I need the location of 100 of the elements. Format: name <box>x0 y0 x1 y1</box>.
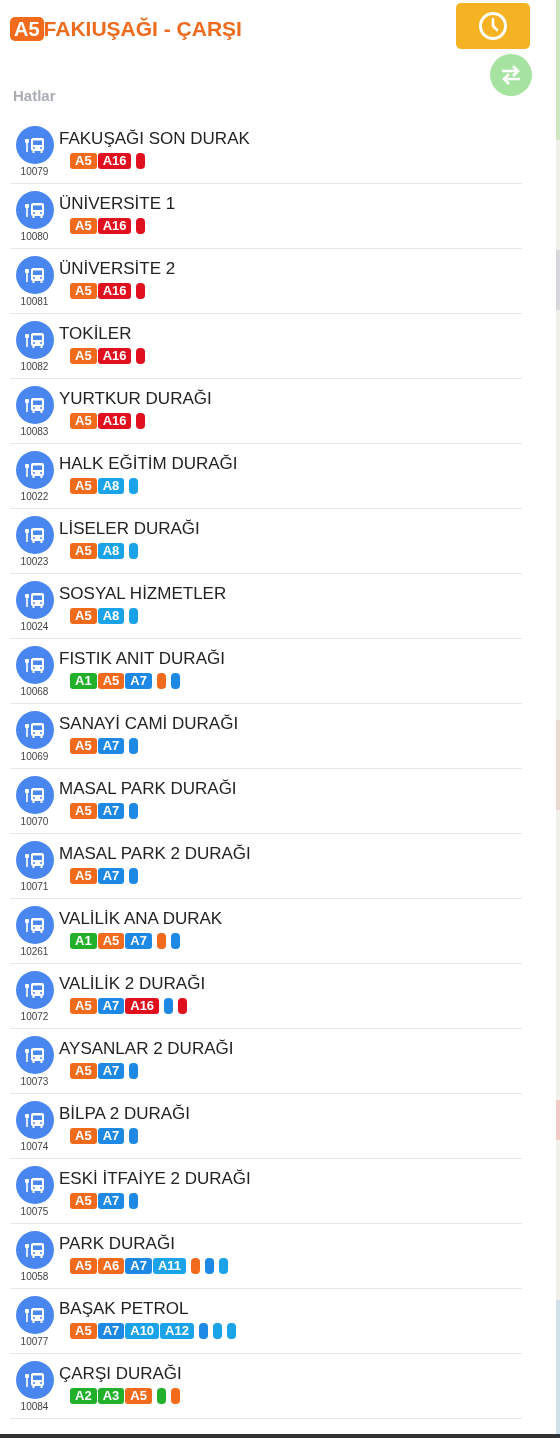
line-badge: A5 <box>10 17 44 41</box>
line-tag[interactable]: A3 <box>97 1388 125 1404</box>
line-tag[interactable]: A7 <box>97 738 125 754</box>
stop-code: 10073 <box>20 1076 49 1088</box>
line-tag[interactable]: A6 <box>97 1258 125 1274</box>
line-tag[interactable]: A16 <box>125 998 160 1014</box>
line-tag[interactable]: A7 <box>97 1128 125 1144</box>
line-tag[interactable]: A16 <box>97 348 132 364</box>
stop-name[interactable]: HALK EĞİTİM DURAĞI <box>59 453 238 475</box>
line-tag[interactable]: A8 <box>97 608 125 624</box>
line-tag[interactable]: A5 <box>70 738 97 754</box>
line-tag[interactable]: A5 <box>70 218 97 234</box>
route-title: FAKIUŞAĞI - ÇARŞI <box>43 17 242 41</box>
bus-stop-icon <box>24 1371 45 1389</box>
stop-code: 10083 <box>20 426 49 438</box>
bus-stop-icon <box>24 266 45 284</box>
line-tag[interactable]: A8 <box>97 543 125 559</box>
stop-code: 10070 <box>20 816 49 828</box>
line-tag[interactable]: A5 <box>70 348 97 364</box>
line-tag[interactable]: A7 <box>97 803 125 819</box>
stop-name[interactable]: FISTIK ANIT DURAĞI <box>59 648 225 670</box>
stop-name[interactable]: MASAL PARK 2 DURAĞI <box>59 843 251 865</box>
stop-code: 10077 <box>20 1336 49 1348</box>
line-tag[interactable]: A7 <box>97 998 125 1014</box>
stop-name[interactable]: YURTKUR DURAĞI <box>59 388 212 410</box>
line-tag[interactable]: A10 <box>125 1323 160 1339</box>
line-tag[interactable]: A1 <box>70 933 97 949</box>
stop-code: 10069 <box>20 751 49 763</box>
stop-name[interactable]: VALİLİK ANA DURAK <box>59 908 223 930</box>
line-tag[interactable]: A11 <box>152 1258 186 1274</box>
line-tag[interactable]: A7 <box>97 868 125 884</box>
line-tag[interactable]: A5 <box>70 803 97 819</box>
stop-name[interactable]: BAŞAK PETROL <box>59 1298 236 1320</box>
bus-stop-icon <box>24 786 45 804</box>
line-tag[interactable]: A5 <box>97 673 125 689</box>
stop-name[interactable]: ÜNİVERSİTE 1 <box>59 193 176 215</box>
bus-stop-icon <box>24 1176 45 1194</box>
line-tag[interactable]: A5 <box>70 1063 97 1079</box>
bus-stop-icon <box>24 981 45 999</box>
line-tag[interactable]: A5 <box>70 1323 97 1339</box>
stop-code: 10072 <box>20 1011 49 1023</box>
line-tag[interactable]: A7 <box>125 933 152 949</box>
stop-name[interactable]: AYSANLAR 2 DURAĞI <box>59 1038 234 1060</box>
stop-name[interactable]: PARK DURAĞI <box>59 1233 228 1255</box>
line-tag[interactable]: A7 <box>97 1063 125 1079</box>
stop-name[interactable]: VALİLİK 2 DURAĞI <box>59 973 206 995</box>
stop-code: 10079 <box>20 166 49 178</box>
line-tag[interactable]: A12 <box>160 1323 194 1339</box>
line-tag[interactable]: A7 <box>125 673 152 689</box>
line-tag[interactable]: A5 <box>70 153 97 169</box>
swap-direction-button[interactable] <box>490 54 532 96</box>
stop-name[interactable]: FAKUŞAĞI SON DURAK <box>59 128 250 150</box>
schedule-button[interactable] <box>456 3 530 49</box>
line-tag[interactable]: A5 <box>70 413 97 429</box>
bus-stop-icon <box>24 1111 45 1129</box>
line-tag[interactable]: A1 <box>70 673 97 689</box>
stop-code: 10075 <box>20 1206 49 1218</box>
stop-name[interactable]: LİSELER DURAĞI <box>59 518 200 540</box>
line-tag[interactable]: A5 <box>70 1128 97 1144</box>
line-tag[interactable]: A5 <box>70 608 97 624</box>
stop-name[interactable]: BİLPA 2 DURAĞI <box>59 1103 190 1125</box>
line-tag[interactable]: A5 <box>70 868 97 884</box>
line-tag[interactable]: A5 <box>125 1388 152 1404</box>
line-tag[interactable]: A16 <box>97 413 132 429</box>
bus-stop-icon <box>24 721 45 739</box>
line-tag[interactable]: A16 <box>97 153 132 169</box>
line-tag[interactable]: A16 <box>97 218 132 234</box>
line-tag[interactable]: A16 <box>97 283 132 299</box>
stop-name[interactable]: SOSYAL HİZMETLER <box>59 583 227 605</box>
line-tag[interactable]: A7 <box>125 1258 152 1274</box>
line-tag[interactable]: A5 <box>97 933 125 949</box>
line-tag[interactable]: A5 <box>70 283 97 299</box>
line-tag[interactable]: A7 <box>97 1323 125 1339</box>
line-tag[interactable]: A8 <box>97 478 125 494</box>
clock-icon <box>478 11 508 41</box>
line-tag[interactable]: A5 <box>70 1258 97 1274</box>
line-tag[interactable]: A5 <box>70 998 97 1014</box>
line-tag[interactable]: A2 <box>70 1388 97 1404</box>
stop-name[interactable]: ÇARŞI DURAĞI <box>59 1363 182 1385</box>
stop-code: 10022 <box>20 491 49 503</box>
stop-name[interactable]: ÜNİVERSİTE 2 <box>59 258 176 280</box>
line-tag[interactable]: A5 <box>70 1193 97 1209</box>
stop-code: 10068 <box>20 686 49 698</box>
bus-stop-icon <box>24 1046 45 1064</box>
bus-stop-icon <box>24 461 45 479</box>
stop-name[interactable]: MASAL PARK DURAĞI <box>59 778 237 800</box>
stop-name[interactable]: ESKİ İTFAİYE 2 DURAĞI <box>59 1168 251 1190</box>
bus-stop-icon <box>24 331 45 349</box>
stop-name[interactable]: SANAYİ CAMİ DURAĞI <box>59 713 239 735</box>
stop-name[interactable]: TOKİLER <box>59 323 146 345</box>
bus-stop-icon <box>24 201 45 219</box>
line-tag[interactable]: A5 <box>70 478 97 494</box>
stop-code: 10080 <box>20 231 49 243</box>
line-tag[interactable]: A5 <box>70 543 97 559</box>
bus-stop-icon <box>24 136 45 154</box>
bus-stop-icon <box>24 526 45 544</box>
bus-stop-icon <box>24 656 45 674</box>
stop-code: 10058 <box>20 1271 49 1283</box>
bus-stop-icon <box>24 916 45 934</box>
line-tag[interactable]: A7 <box>97 1193 125 1209</box>
